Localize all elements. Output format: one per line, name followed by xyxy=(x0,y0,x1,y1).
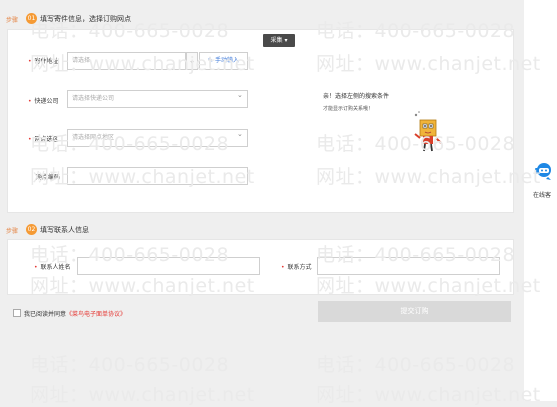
watermark-phone: 电话：400-665-0028 xyxy=(316,354,516,376)
branch-code-label: 网点编码 xyxy=(36,174,61,181)
pencil-icon: ✎ xyxy=(208,57,214,64)
contact-method-input[interactable] xyxy=(317,257,500,275)
courier-select[interactable]: 请选择快递公司 xyxy=(67,90,248,108)
watermark-site: 网址：www.chanjet.net xyxy=(30,384,255,406)
mascot-illustration xyxy=(414,111,442,152)
empty-state-line2: 才能显示订购关系哦！ xyxy=(323,106,374,112)
step2-prefix: 步骤 xyxy=(6,228,19,235)
collect-button[interactable]: 采集 ▾ xyxy=(263,34,295,47)
courier-label: • 快递公司 xyxy=(28,98,59,105)
address-dropdown-icon[interactable]: ⌄ xyxy=(186,52,198,70)
watermark-phone: 电话：400-665-0028 xyxy=(30,354,230,376)
branch-chevron-icon: ⌄ xyxy=(237,130,243,138)
address-label: • 寄件地址 xyxy=(28,58,59,65)
right-sidebar xyxy=(524,0,557,401)
branch-select[interactable]: 请选择网点地区 xyxy=(67,129,248,147)
submit-order-button[interactable]: 提交订购 xyxy=(318,301,511,322)
watermark-site: 网址：www.chanjet.net xyxy=(316,384,541,406)
step2-number-badge: 02 xyxy=(26,224,37,235)
step1-prefix: 步骤 xyxy=(6,17,19,24)
address-select[interactable]: 请选择 xyxy=(67,52,186,70)
branch-label: • 网点选区 xyxy=(28,136,59,143)
contact-name-label: • 联系人姓名 xyxy=(34,264,71,271)
step1-title: 填写寄件信息，选择订购网点 xyxy=(40,15,131,23)
branch-code-input[interactable] xyxy=(67,167,248,185)
online-service-label[interactable]: 在线客 xyxy=(533,190,551,199)
agreement-link[interactable]: 《菜鸟电子面单协议》 xyxy=(66,311,126,318)
courier-chevron-icon: ⌄ xyxy=(237,91,243,99)
agreement-text: 我已阅读并同意《菜鸟电子面单协议》 xyxy=(24,311,127,318)
step2-title: 填写联系人信息 xyxy=(40,226,89,234)
contact-method-label: • 联系方式 xyxy=(281,264,312,271)
empty-state-line1: 亲！选择左侧的搜索条件 xyxy=(323,93,390,100)
step1-number-badge: 01 xyxy=(26,13,37,24)
manual-input-button[interactable]: ✎ 手动输入 xyxy=(199,52,248,70)
agreement-checkbox[interactable] xyxy=(13,309,21,317)
headset-icon[interactable] xyxy=(534,160,554,182)
contact-name-input[interactable] xyxy=(77,257,260,275)
